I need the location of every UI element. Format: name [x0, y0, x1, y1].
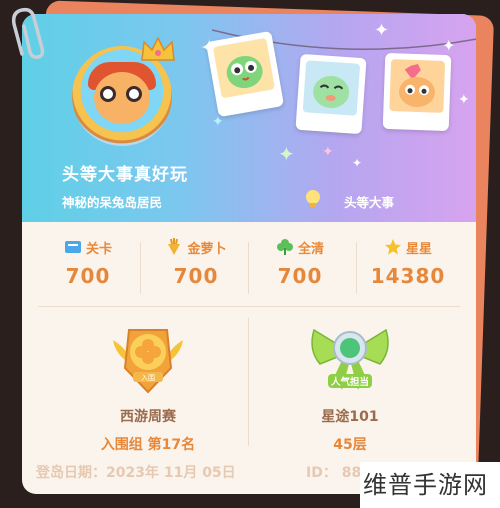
photo-frame-teal[interactable] [295, 53, 367, 135]
badge-weekly-contest[interactable]: 入围 西游周赛 入围组 第17名 [48, 316, 248, 454]
stat-value: 14380 [370, 264, 446, 288]
stat-label: 星星 [405, 241, 432, 257]
sparkle-icon: ✦ [374, 20, 390, 41]
stat-label: 金萝卜 [187, 241, 227, 257]
stats-row: 关卡 700 金萝卜 700 全清 700 星星 14380 [22, 222, 476, 308]
stat-value: 700 [65, 264, 111, 288]
avatar-eye [126, 86, 142, 102]
player-title: 神秘的呆兔岛居民 [62, 195, 163, 210]
sparkle-icon: ✦ [458, 92, 470, 108]
clover-icon [276, 239, 293, 255]
stat-label: 全清 [297, 241, 324, 257]
orange-creature-icon [389, 59, 446, 113]
carrot-icon [168, 238, 181, 255]
badge-name: 西游周赛 [120, 409, 176, 425]
photo-frame-orange[interactable] [382, 52, 452, 132]
badge-detail: 入围组 第17名 [100, 437, 196, 453]
green-creature-icon [212, 37, 276, 99]
svg-text:人气担当: 人气担当 [331, 376, 369, 388]
hint-label: 头等大事 [344, 195, 395, 210]
crown-icon [141, 36, 175, 61]
level-card-icon [64, 241, 81, 253]
divider [248, 242, 249, 294]
divider [248, 318, 249, 446]
screen: ✦ ✦ ✦ ✦ ✦ ✦ ✦ ✦ 头等大事真好玩 神秘的呆兔岛居民 头等大事 关卡… [0, 0, 500, 508]
profile-card: ✦ ✦ ✦ ✦ ✦ ✦ ✦ ✦ 头等大事真好玩 神秘的呆兔岛居民 头等大事 关卡… [22, 14, 476, 494]
badge-name: 星途101 [321, 409, 379, 425]
avatar[interactable] [66, 36, 178, 148]
stat-full-clear: 全清 700 [250, 236, 350, 288]
svg-text:入围: 入围 [141, 374, 155, 382]
join-date: 登岛日期：2023年 11月 05日 [36, 465, 236, 481]
sparkle-icon: ✦ [200, 36, 219, 61]
sparkle-icon: ✦ [442, 36, 456, 55]
green-bow-medal-icon: 人气担当 [311, 328, 389, 390]
stat-label: 关卡 [85, 241, 112, 257]
sparkle-icon: ✦ [278, 142, 295, 166]
avatar-eye [100, 86, 116, 102]
badge-detail: 45层 [333, 437, 367, 453]
stat-value: 700 [173, 264, 219, 288]
sparkle-icon: ✦ [212, 114, 224, 130]
watermark-text: 维普手游网 [363, 471, 488, 499]
player-name: 头等大事真好玩 [62, 165, 188, 185]
sparkle-icon: ✦ [322, 144, 334, 160]
watermark: 维普手游网 [360, 462, 500, 508]
teal-creature-icon [302, 60, 361, 116]
divider [140, 242, 141, 294]
sparkle-icon: ✦ [352, 156, 363, 170]
stat-levels: 关卡 700 [38, 236, 138, 288]
divider [38, 306, 460, 307]
paperclip-icon [11, 7, 45, 59]
divider [356, 242, 357, 294]
badges-row: 入围 西游周赛 入围组 第17名 人气担当 星途101 45层 [22, 308, 476, 456]
stat-gold-carrot: 金萝卜 700 [146, 236, 246, 288]
profile-header: ✦ ✦ ✦ ✦ ✦ ✦ ✦ ✦ 头等大事真好玩 神秘的呆兔岛居民 头等大事 [22, 14, 476, 222]
badge-star-road[interactable]: 人气担当 星途101 45层 [250, 316, 450, 454]
stat-value: 700 [277, 264, 323, 288]
stat-stars: 星星 14380 [358, 236, 458, 288]
lightbulb-icon [306, 190, 320, 207]
star-icon [384, 239, 401, 255]
gold-clover-medal-icon: 入围 [113, 329, 183, 394]
